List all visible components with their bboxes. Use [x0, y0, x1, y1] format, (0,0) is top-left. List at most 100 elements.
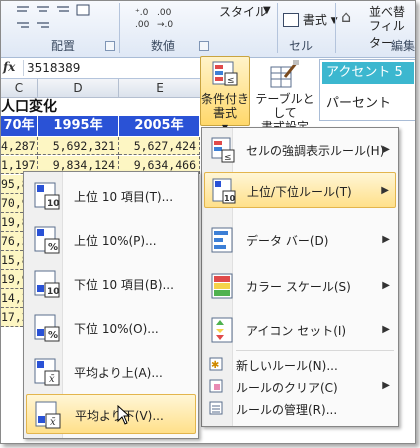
below-average-icon: x̄ — [35, 401, 61, 429]
partial-cell[interactable]: 14,3 — [1, 289, 29, 308]
format-button[interactable]: 書式 ▼ — [283, 11, 339, 29]
table-cell[interactable]: 5,627,424 — [119, 137, 200, 155]
svg-text:≤: ≤ — [227, 76, 235, 86]
menu-item-clear-rules[interactable]: ルールのクリア(C) ▶ — [204, 376, 396, 396]
submenu-item-above-average[interactable]: x̄ 平均より上(A)... — [26, 352, 196, 392]
submenu-item-label: 平均より上(A)... — [74, 366, 163, 380]
table-label-line1: テーブルとして — [255, 92, 315, 120]
menu-item-label: セルの強調表示ルール(H) — [246, 144, 385, 158]
table-brush-icon — [270, 60, 299, 88]
icon-badge: 10 — [47, 199, 60, 209]
menu-item-label: 上位/下位ルール(T) — [247, 185, 352, 199]
partial-cell[interactable]: 95,8 — [1, 175, 29, 194]
svg-text:.00: .00 — [157, 8, 172, 18]
function-icon[interactable]: fx — [3, 60, 19, 76]
header-cell[interactable]: 2005年 — [119, 116, 200, 136]
partial-cell[interactable]: 19,8 — [1, 213, 29, 232]
data-bars-icon — [211, 227, 233, 253]
group-label-edit: 編集 — [391, 39, 416, 53]
style-dropdown-icon[interactable]: ▼ — [263, 5, 271, 16]
submenu-item-bottom-10-percent[interactable]: % 下位 10%(O)... — [26, 308, 196, 348]
submenu-arrow-icon: ▶ — [382, 144, 390, 155]
menu-item-label: ルールのクリア(C) — [236, 381, 338, 395]
column-header-c[interactable]: C — [1, 79, 38, 98]
menu-item-new-rule[interactable]: ✱ 新しいルール(N)... — [204, 354, 396, 374]
menu-item-icon-sets[interactable]: アイコン セット(I) ▶ — [204, 312, 396, 348]
submenu-arrow-icon: ▶ — [382, 324, 390, 335]
partial-cell[interactable]: 15,8 — [1, 251, 29, 270]
style-button[interactable]: スタイル — [219, 3, 267, 20]
menu-item-highlight-rules[interactable]: ≤ セルの強調表示ルール(H) ▶ — [204, 132, 396, 168]
table-cell[interactable]: 5,692,321 — [38, 137, 119, 155]
submenu-arrow-icon: ▶ — [382, 234, 390, 245]
group-label-alignment: 配置 — [51, 39, 76, 53]
mouse-cursor-icon — [117, 405, 131, 425]
style-accent5[interactable]: アクセント 5 — [322, 62, 414, 84]
align-buttons-icon — [17, 4, 90, 28]
icon-sets-icon — [211, 317, 233, 343]
partial-cell[interactable]: 76,3 — [1, 232, 29, 251]
table-cell[interactable]: 4,287 — [1, 137, 38, 155]
ribbon-separator — [277, 3, 278, 53]
color-scales-icon — [211, 273, 233, 299]
submenu-item-top-10-items[interactable]: 10 上位 10 項目(T)... — [26, 176, 196, 216]
submenu-arrow-icon: ▶ — [382, 380, 390, 391]
align-icons[interactable] — [13, 3, 93, 33]
formula-divider — [23, 60, 24, 76]
format-icon — [283, 12, 299, 27]
top-bottom-rules-icon: 10 — [212, 178, 236, 204]
top-10-items-icon: 10 — [34, 182, 60, 210]
menu-separator — [236, 350, 394, 351]
submenu-item-bottom-10-items[interactable]: 10 下位 10 項目(B)... — [26, 264, 196, 304]
conditional-formatting-button[interactable]: ≤ 条件付き 書式 ▾ — [200, 56, 250, 134]
menu-item-top-bottom-rules[interactable]: 10 上位/下位ルール(T) ▶ — [204, 172, 396, 208]
submenu-item-label: 上位 10 項目(T)... — [74, 190, 174, 204]
number-launcher-icon[interactable] — [199, 41, 209, 51]
bottom-10-percent-icon: % — [34, 314, 60, 342]
number-format-icons[interactable]: ⁺.0 .00 .00 →.0 — [133, 5, 189, 33]
cf-label-line1: 条件付き — [201, 92, 250, 106]
header-cell[interactable]: 1995年 — [38, 116, 119, 136]
submenu-arrow-icon: ▶ — [381, 185, 389, 196]
svg-text:→.0: →.0 — [157, 20, 173, 30]
sort-filter-button[interactable]: ⌂ 並べ替 フィルター — [341, 3, 415, 50]
icon-badge: % — [48, 242, 58, 253]
svg-text:✱: ✱ — [211, 360, 219, 371]
menu-item-label: データ バー(D) — [246, 234, 329, 248]
partial-cell[interactable]: 70,9 — [1, 194, 29, 213]
column-header-e[interactable]: E — [119, 79, 202, 98]
submenu-item-below-average[interactable]: x̄ 平均より下(V)... — [26, 394, 196, 434]
conditional-formatting-menu: ≤ セルの強調表示ルール(H) ▶ 10 上位/下位ルール(T) ▶ データ バ… — [201, 127, 399, 427]
formula-input[interactable]: 3518389 — [27, 61, 80, 75]
group-label-cells: セル — [289, 39, 314, 53]
svg-text:≤: ≤ — [224, 153, 232, 163]
bottom-10-items-icon: 10 — [34, 270, 60, 298]
header-cell[interactable]: 70年 — [1, 116, 38, 136]
menu-item-data-bars[interactable]: データ バー(D) ▶ — [204, 222, 396, 258]
style-percent[interactable]: パーセント — [326, 92, 391, 111]
ribbon: 配置 ⁺.0 .00 .00 →.0 数値 スタイル ▼ 書式 ▼ セル ⌂ 並… — [1, 1, 415, 58]
partial-cell[interactable]: 19,9 — [1, 270, 29, 289]
submenu-item-label: 下位 10%(O)... — [74, 322, 159, 336]
highlight-rules-icon: ≤ — [211, 137, 235, 163]
decimal-icon: ⁺.0 .00 .00 →.0 — [135, 8, 173, 30]
icon-badge: x̄ — [50, 417, 56, 428]
top-bottom-rules-submenu: 10 上位 10 項目(T)... % 上位 10%(P)... 10 下位 1… — [23, 171, 199, 439]
format-as-table-button[interactable]: テーブルとして 書式設定 ▾ — [253, 57, 317, 148]
column-header-d[interactable]: D — [38, 79, 119, 98]
above-average-icon: x̄ — [34, 358, 60, 386]
menu-item-color-scales[interactable]: カラー スケール(S) ▶ — [204, 268, 396, 304]
partial-cell[interactable]: 17,2 — [1, 308, 29, 327]
alignment-launcher-icon[interactable] — [105, 41, 115, 51]
menu-item-manage-rules[interactable]: ルールの管理(R)... — [204, 398, 396, 418]
menu-item-label: アイコン セット(I) — [246, 324, 347, 338]
ribbon-separator — [335, 3, 336, 53]
new-rule-icon: ✱ — [209, 357, 223, 371]
sheet-title-cell[interactable]: 人口変化 — [1, 98, 201, 116]
excel-window: 配置 ⁺.0 .00 .00 →.0 数値 スタイル ▼ 書式 ▼ セル ⌂ 並… — [0, 0, 416, 444]
icon-badge: 10 — [47, 287, 60, 297]
svg-text:⁺.0: ⁺.0 — [135, 8, 149, 18]
svg-text:.00: .00 — [135, 20, 150, 30]
submenu-item-top-10-percent[interactable]: % 上位 10%(P)... — [26, 220, 196, 260]
menu-item-label: 新しいルール(N)... — [236, 359, 338, 373]
